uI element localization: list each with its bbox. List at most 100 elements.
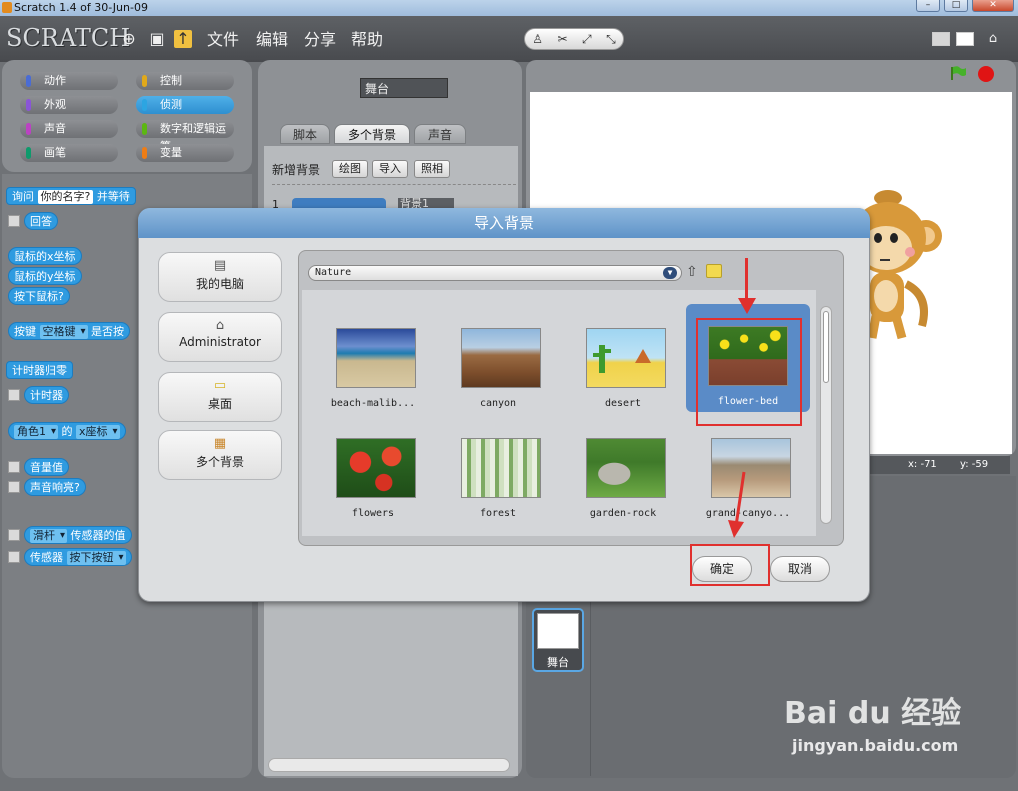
block-input-slot[interactable]: 你的名字?	[37, 190, 94, 204]
block-text: 的	[61, 425, 73, 438]
category-label: 控制	[160, 74, 182, 87]
horizontal-scrollbar[interactable]	[268, 758, 510, 772]
watcher-checkbox[interactable]	[8, 481, 20, 493]
file-grid-scrollbar[interactable]	[820, 306, 832, 524]
block-text: 按键	[14, 325, 36, 338]
key-dropdown[interactable]: 空格键	[39, 325, 88, 339]
category-label: 动作	[44, 74, 66, 87]
block-loud[interactable]: 声音响亮?	[24, 478, 86, 496]
menu-edit[interactable]: 编辑	[256, 30, 288, 50]
block-loudness[interactable]: 音量值	[24, 458, 69, 476]
new-folder-icon[interactable]	[706, 264, 722, 278]
block-sensor-value[interactable]: 滑杆 传感器的值	[24, 526, 132, 544]
category-looks[interactable]: 外观	[20, 96, 118, 114]
block-sensor[interactable]: 传感器 按下按钮	[24, 548, 132, 566]
highlight-box-ok	[690, 544, 770, 586]
location-backgrounds[interactable]: ▦ 多个背景	[158, 430, 282, 480]
tab-sounds[interactable]: 声音	[414, 124, 466, 144]
block-key-pressed[interactable]: 按键 空格键 是否按	[8, 322, 130, 340]
category-label: 侦测	[160, 98, 182, 111]
watcher-checkbox[interactable]	[8, 529, 20, 541]
shrink-tool-icon[interactable]: ⤡	[606, 32, 616, 47]
normal-stage-icon[interactable]	[956, 32, 974, 46]
sprite-name-field[interactable]: 舞台	[360, 78, 448, 98]
sensor-dropdown[interactable]: 滑杆	[30, 529, 67, 543]
block-timer[interactable]: 计时器	[24, 386, 69, 404]
block-mouse-y[interactable]: 鼠标的y坐标	[8, 267, 82, 285]
file-item-canyon[interactable]: canyon	[439, 306, 557, 416]
globe-icon[interactable]: ⊕	[120, 30, 138, 48]
file-thumbnail	[586, 438, 666, 498]
file-item-forest[interactable]: forest	[439, 416, 557, 526]
block-mouse-x[interactable]: 鼠标的x坐标	[8, 247, 82, 265]
watcher-checkbox[interactable]	[8, 551, 20, 563]
paint-button[interactable]: 绘图	[332, 160, 368, 178]
category-label: 变量	[160, 146, 182, 159]
dialog-title: 导入背景	[138, 208, 870, 238]
block-answer[interactable]: 回答	[24, 212, 58, 230]
presentation-mode-icon[interactable]: ⌂	[984, 30, 1002, 48]
watcher-checkbox[interactable]	[8, 389, 20, 401]
category-label: 声音	[44, 122, 66, 135]
category-operators[interactable]: 数字和逻辑运算	[136, 120, 234, 153]
category-pen[interactable]: 画笔	[20, 144, 118, 162]
duplicate-tool-icon[interactable]: ♙	[532, 32, 543, 46]
small-stage-icon[interactable]	[932, 32, 950, 46]
category-variables[interactable]: 变量	[136, 144, 234, 162]
attribute-dropdown[interactable]: x座标	[76, 425, 120, 439]
category-color-bar	[26, 123, 31, 135]
block-ask[interactable]: 询问 你的名字? 并等待	[6, 187, 136, 205]
location-desktop[interactable]: ▭ 桌面	[158, 372, 282, 422]
file-thumbnail	[461, 328, 541, 388]
file-thumbnail	[461, 438, 541, 498]
tab-backgrounds[interactable]: 多个背景	[334, 124, 410, 144]
watcher-checkbox[interactable]	[8, 461, 20, 473]
divider	[272, 184, 516, 185]
location-label: 桌面	[207, 397, 232, 411]
share-icon[interactable]: ↑	[174, 30, 192, 48]
location-administrator[interactable]: ⌂ Administrator	[158, 312, 282, 362]
stop-icon[interactable]	[978, 66, 994, 82]
category-sound[interactable]: 声音	[20, 120, 118, 138]
window-title: Scratch 1.4 of 30-Jun-09	[14, 1, 148, 14]
category-label: 画笔	[44, 146, 66, 159]
location-my-computer[interactable]: ▤ 我的电脑	[158, 252, 282, 302]
up-folder-icon[interactable]: ⇧	[686, 264, 698, 280]
import-button[interactable]: 导入	[372, 160, 408, 178]
grow-tool-icon[interactable]: ⤢	[582, 32, 592, 47]
file-item-flowers[interactable]: flowers	[314, 416, 432, 526]
tab-scripts[interactable]: 脚本	[280, 124, 330, 144]
delete-tool-icon[interactable]: ✂	[557, 32, 567, 46]
stage-thumbnail[interactable]: 舞台	[532, 608, 584, 672]
block-reset-timer[interactable]: 计时器归零	[6, 361, 73, 379]
highlight-box-flower-bed	[696, 318, 802, 426]
location-label: 多个背景	[195, 455, 244, 469]
watcher-checkbox[interactable]	[8, 215, 20, 227]
cancel-button[interactable]: 取消	[770, 556, 830, 582]
sensor-button-dropdown[interactable]: 按下按钮	[66, 551, 126, 565]
file-item-beach-malibu[interactable]: beach-malib...	[314, 306, 432, 416]
file-item-desert[interactable]: desert	[564, 306, 682, 416]
close-window-button[interactable]: ✕	[972, 0, 1014, 12]
minimize-button[interactable]: –	[916, 0, 940, 12]
file-item-garden-rock[interactable]: garden-rock	[564, 416, 682, 526]
category-motion[interactable]: 动作	[20, 72, 118, 90]
menu-file[interactable]: 文件	[207, 30, 239, 50]
category-color-bar	[142, 147, 147, 159]
app-icon	[2, 2, 12, 13]
folder-icon: ▭	[213, 378, 227, 393]
sprite-dropdown[interactable]: 角色1	[14, 425, 58, 439]
save-icon[interactable]: ▣	[148, 30, 166, 48]
camera-button[interactable]: 照相	[414, 160, 450, 178]
folder-path-dropdown[interactable]: Nature ▼	[308, 265, 682, 281]
file-name: desert	[604, 398, 642, 409]
block-attribute-of[interactable]: 角色1 的 x座标	[8, 422, 126, 440]
block-mouse-down[interactable]: 按下鼠标?	[8, 287, 70, 305]
maximize-button[interactable]: □	[944, 0, 968, 12]
category-control[interactable]: 控制	[136, 72, 234, 90]
scrollbar-thumb[interactable]	[823, 311, 829, 383]
menu-help[interactable]: 帮助	[351, 30, 383, 50]
category-sensing[interactable]: 侦测	[136, 96, 234, 114]
menu-share[interactable]: 分享	[304, 30, 336, 50]
green-flag-icon[interactable]	[950, 66, 966, 80]
